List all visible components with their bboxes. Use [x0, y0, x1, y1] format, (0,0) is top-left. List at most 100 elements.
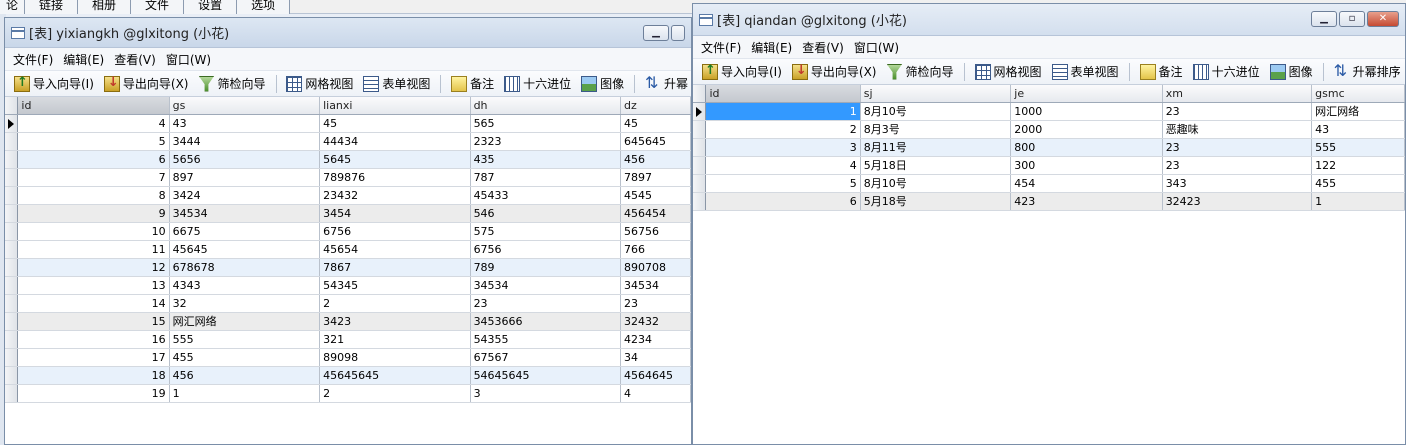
table-cell[interactable]: 43 [1311, 120, 1405, 139]
table-cell[interactable]: 18 [17, 366, 170, 385]
table-cell[interactable]: 9 [17, 204, 170, 223]
table-cell[interactable]: 44434 [319, 132, 471, 151]
table-cell[interactable]: 89098 [319, 348, 471, 367]
column-header[interactable]: sj [860, 85, 1012, 103]
table-cell[interactable]: 897 [169, 168, 321, 187]
table-row[interactable]: 13 4343 54345 34534 34534 [5, 276, 691, 295]
table-cell[interactable]: 45 [620, 114, 691, 133]
table-cell[interactable]: 4343 [169, 276, 321, 295]
row-indicator[interactable] [5, 186, 19, 205]
table-cell[interactable]: 54355 [470, 330, 622, 349]
table-row[interactable]: 4 5月18日 300 23 122 [693, 156, 1405, 175]
table-cell[interactable]: 2000 [1010, 120, 1163, 139]
menu-view[interactable]: 查看(V) [114, 51, 156, 68]
table-cell[interactable]: 11 [17, 240, 170, 259]
table-cell[interactable]: 3 [705, 138, 861, 157]
menu-window[interactable]: 窗口(W) [166, 51, 211, 68]
menu-edit[interactable]: 编辑(E) [63, 51, 104, 68]
table-cell[interactable]: 6675 [169, 222, 321, 241]
table-cell[interactable]: 45645645 [319, 366, 471, 385]
table-row[interactable]: 6 5月18号 423 32423 1 [693, 192, 1405, 211]
table-cell[interactable]: 456 [169, 366, 321, 385]
table-cell[interactable]: 45654 [319, 240, 471, 259]
table-cell[interactable]: 23 [470, 294, 622, 313]
table-cell[interactable]: 3453666 [470, 312, 622, 331]
table-cell[interactable]: 343 [1162, 174, 1313, 193]
table-cell[interactable]: 423 [1010, 192, 1163, 211]
row-indicator[interactable] [5, 150, 19, 169]
bg-tab[interactable]: 选项 [237, 0, 291, 14]
row-indicator[interactable] [5, 330, 19, 349]
table-cell[interactable]: 3 [470, 384, 622, 403]
memo-button[interactable]: 备注 [448, 73, 497, 94]
table-cell[interactable]: 800 [1010, 138, 1163, 157]
table-cell[interactable]: 678678 [169, 258, 321, 277]
table-cell-selected[interactable]: 1 [705, 102, 861, 121]
table-cell[interactable]: 恶趣味 [1162, 120, 1313, 139]
table-row[interactable]: 19 1 2 3 4 [5, 384, 691, 403]
table-cell[interactable]: 766 [620, 240, 691, 259]
current-row-arrow-icon[interactable] [693, 102, 707, 121]
table-cell[interactable]: 2323 [470, 132, 622, 151]
image-button[interactable]: 图像 [1267, 61, 1316, 82]
table-cell[interactable]: 43 [169, 114, 321, 133]
table-cell[interactable]: 32423 [1162, 192, 1313, 211]
table-cell[interactable]: 8月10号 [860, 102, 1012, 121]
table-row[interactable]: 7 897 789876 787 7897 [5, 168, 691, 187]
restore-button[interactable]: ▫ [1339, 11, 1365, 27]
maximize-button[interactable] [671, 25, 685, 41]
row-indicator[interactable] [693, 156, 707, 175]
sort-ascending-button[interactable]: 升幂 [642, 73, 691, 94]
row-indicator[interactable] [5, 222, 19, 241]
table-cell[interactable]: 4 [17, 114, 170, 133]
row-indicator[interactable] [5, 132, 19, 151]
table-row[interactable]: 10 6675 6756 575 56756 [5, 222, 691, 241]
table-cell[interactable]: 6756 [470, 240, 622, 259]
import-wizard-button[interactable]: 导入向导(I) [11, 73, 97, 94]
table-cell[interactable]: 23 [1162, 138, 1313, 157]
table-cell[interactable]: 454 [1010, 174, 1163, 193]
row-indicator[interactable] [5, 168, 19, 187]
table-cell[interactable]: 555 [169, 330, 321, 349]
table-cell[interactable]: 645645 [620, 132, 691, 151]
table-cell[interactable]: 23 [1162, 156, 1313, 175]
form-view-button[interactable]: 表单视图 [1049, 61, 1122, 82]
row-indicator[interactable] [693, 120, 707, 139]
table-cell[interactable]: 10 [17, 222, 170, 241]
table-cell[interactable]: 789 [470, 258, 622, 277]
table-cell[interactable]: 23 [620, 294, 691, 313]
table-cell[interactable]: 5月18号 [860, 192, 1012, 211]
table-cell[interactable]: 45645 [169, 240, 321, 259]
table-cell[interactable]: 12 [17, 258, 170, 277]
table-cell[interactable]: 3423 [319, 312, 471, 331]
table-row[interactable]: 6 5656 5645 435 456 [5, 150, 691, 169]
table-row[interactable]: 4 43 45 565 45 [5, 114, 691, 133]
menu-file[interactable]: 文件(F) [13, 51, 53, 68]
row-indicator[interactable] [5, 348, 19, 367]
table-row[interactable]: 15 网汇网络 3423 3453666 32432 [5, 312, 691, 331]
table-cell[interactable]: 1 [1311, 192, 1405, 211]
table-cell[interactable]: 45433 [470, 186, 622, 205]
table-row[interactable]: 3 8月11号 800 23 555 [693, 138, 1405, 157]
data-grid[interactable]: id sj je xm gsmc 1 8月10号 1000 23 网汇网络 2 8月3号 2… [693, 85, 1405, 211]
table-cell[interactable]: 45 [319, 114, 471, 133]
bg-tab[interactable]: 链接 [25, 0, 79, 14]
table-cell[interactable]: 2 [319, 384, 471, 403]
minimize-button[interactable]: ▁ [643, 25, 669, 41]
table-cell[interactable]: 575 [470, 222, 622, 241]
table-cell[interactable]: 23 [1162, 102, 1313, 121]
table-cell[interactable]: 4234 [620, 330, 691, 349]
table-cell[interactable]: 16 [17, 330, 170, 349]
bg-tab[interactable]: 设置 [184, 0, 238, 14]
table-cell[interactable]: 32 [169, 294, 321, 313]
table-row[interactable]: 16 555 321 54355 4234 [5, 330, 691, 349]
hex-button[interactable]: 十六进位 [501, 73, 574, 94]
table-cell[interactable]: 17 [17, 348, 170, 367]
memo-button[interactable]: 备注 [1137, 61, 1186, 82]
table-cell[interactable]: 34534 [470, 276, 622, 295]
bg-tab[interactable]: 文件 [131, 0, 185, 14]
table-row[interactable]: 14 32 2 23 23 [5, 294, 691, 313]
row-indicator[interactable] [5, 366, 19, 385]
column-header[interactable]: dz [620, 97, 691, 115]
table-cell[interactable]: 67567 [470, 348, 622, 367]
